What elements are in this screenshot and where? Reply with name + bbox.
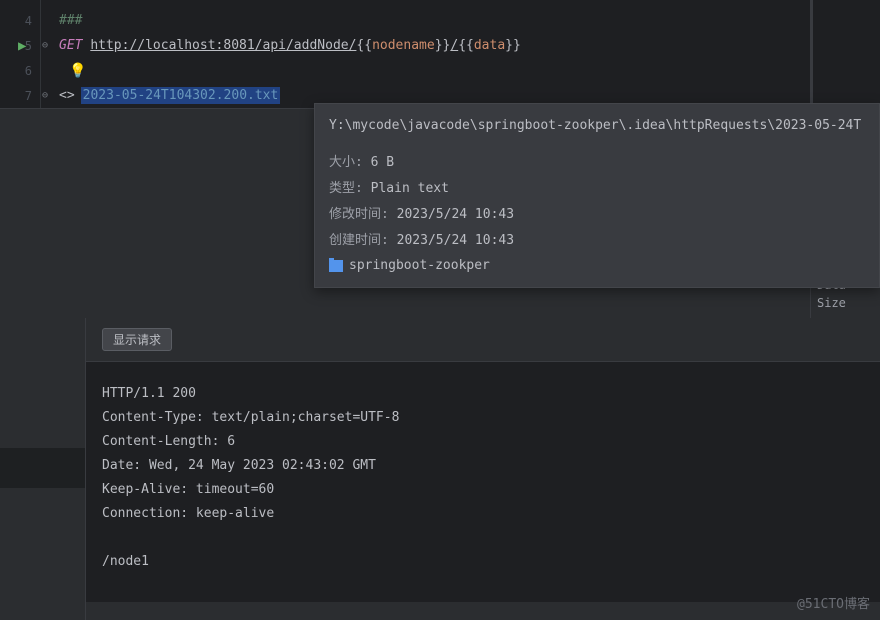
tooltip-project: springboot-zookper: [329, 258, 865, 273]
response-date: Date: Wed, 24 May 2023 02:43:02 GMT: [102, 454, 864, 478]
tooltip-type: 类型: Plain text: [329, 177, 865, 196]
line-gutter: 4 ▶ 5 ⊖ 6 7 ⊖: [0, 0, 40, 108]
response-connection: Connection: keep-alive: [102, 502, 864, 526]
response-content-length: Content-Length: 6: [102, 430, 864, 454]
show-request-button[interactable]: 显示请求: [102, 328, 172, 351]
code-line-request: GET http://localhost:8081/api/addNode/{{…: [59, 33, 880, 58]
code-panel: 4 ▶ 5 ⊖ 6 7 ⊖ ### GET http://localhost:8…: [0, 0, 880, 109]
file-info-tooltip: Y:\mycode\javacode\springboot-zookper\.i…: [314, 103, 880, 288]
response-panel: 显示请求 HTTP/1.1 200 Content-Type: text/pla…: [0, 318, 880, 620]
gutter-line-6: 6: [0, 58, 40, 83]
code-line-comment: ###: [59, 8, 880, 33]
angle-brackets-icon: <>: [59, 88, 75, 103]
run-icon[interactable]: ▶: [18, 38, 26, 54]
code-line-bulb: 💡: [59, 58, 880, 83]
response-content-type: Content-Type: text/plain;charset=UTF-8: [102, 406, 864, 430]
sidebar-size-label: Size: [817, 296, 880, 310]
lightbulb-icon[interactable]: 💡: [69, 63, 86, 79]
gutter-line-4: 4: [0, 8, 40, 33]
editor-area: 4 ▶ 5 ⊖ 6 7 ⊖ ### GET http://localhost:8…: [0, 0, 880, 620]
response-keep-alive: Keep-Alive: timeout=60: [102, 478, 864, 502]
response-file-link[interactable]: 2023-05-24T104302.200.txt: [81, 87, 281, 104]
response-blank: [102, 526, 864, 550]
var-data: data: [474, 38, 505, 53]
tooltip-size: 大小: 6 B: [329, 151, 865, 170]
gutter-line-7: 7 ⊖: [0, 83, 40, 108]
editor-scrollbar[interactable]: [810, 0, 813, 103]
request-toolbar: 显示请求: [86, 318, 880, 362]
tooltip-created: 创建时间: 2023/5/24 10:43: [329, 229, 865, 248]
http-method: GET: [59, 38, 82, 53]
response-left-gutter: [0, 318, 86, 620]
url-text: http://localhost:8081/api/addNode/: [90, 38, 356, 53]
folder-icon: [329, 260, 343, 272]
comment-marker: ###: [59, 13, 82, 28]
tooltip-path: Y:\mycode\javacode\springboot-zookper\.i…: [329, 118, 865, 133]
tooltip-modified: 修改时间: 2023/5/24 10:43: [329, 203, 865, 222]
code-content[interactable]: ### GET http://localhost:8081/api/addNod…: [40, 0, 880, 108]
response-status: HTTP/1.1 200: [102, 382, 864, 406]
response-body[interactable]: HTTP/1.1 200 Content-Type: text/plain;ch…: [86, 362, 880, 602]
project-name: springboot-zookper: [349, 258, 490, 273]
response-main: 显示请求 HTTP/1.1 200 Content-Type: text/pla…: [86, 318, 880, 620]
watermark: @51CTO博客: [797, 593, 870, 612]
gutter-line-5: ▶ 5 ⊖: [0, 33, 40, 58]
var-nodename: nodename: [372, 38, 435, 53]
response-body-text: /node1: [102, 550, 864, 574]
